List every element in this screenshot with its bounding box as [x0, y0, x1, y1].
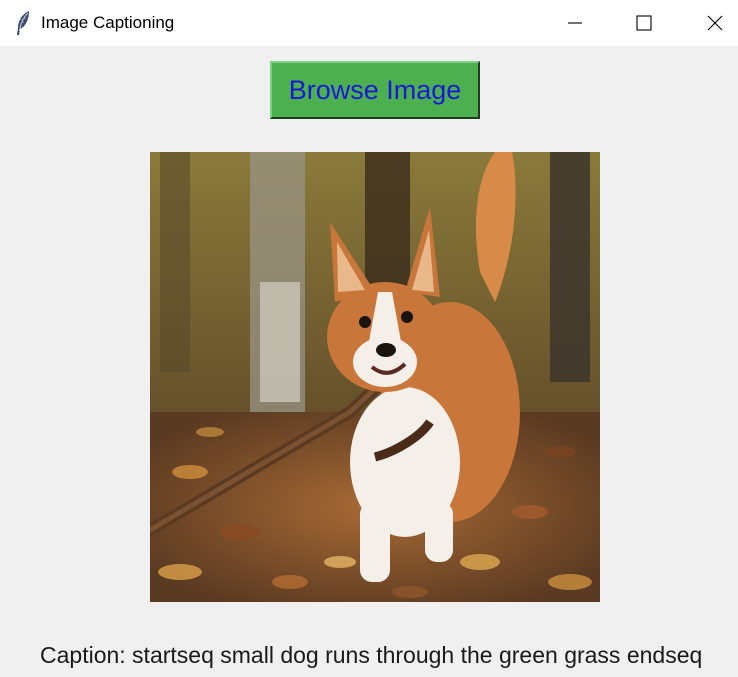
close-button[interactable]: [680, 0, 738, 46]
close-icon: [707, 15, 723, 31]
maximize-button[interactable]: [609, 0, 679, 46]
feather-icon: [14, 10, 32, 36]
browse-image-button[interactable]: Browse Image: [270, 61, 480, 119]
window-title: Image Captioning: [41, 13, 175, 32]
main-content: Browse Image Caption: startseq small dog…: [0, 46, 738, 677]
app-window: Image Captioning Browse Image Caption: s…: [0, 0, 738, 677]
minimize-icon: [567, 15, 583, 31]
minimize-button[interactable]: [540, 0, 610, 46]
maximize-icon: [636, 15, 652, 31]
caption-text: Caption: startseq small dog runs through…: [40, 642, 703, 668]
title-bar[interactable]: Image Captioning: [0, 0, 738, 46]
preview-image: [150, 152, 600, 602]
